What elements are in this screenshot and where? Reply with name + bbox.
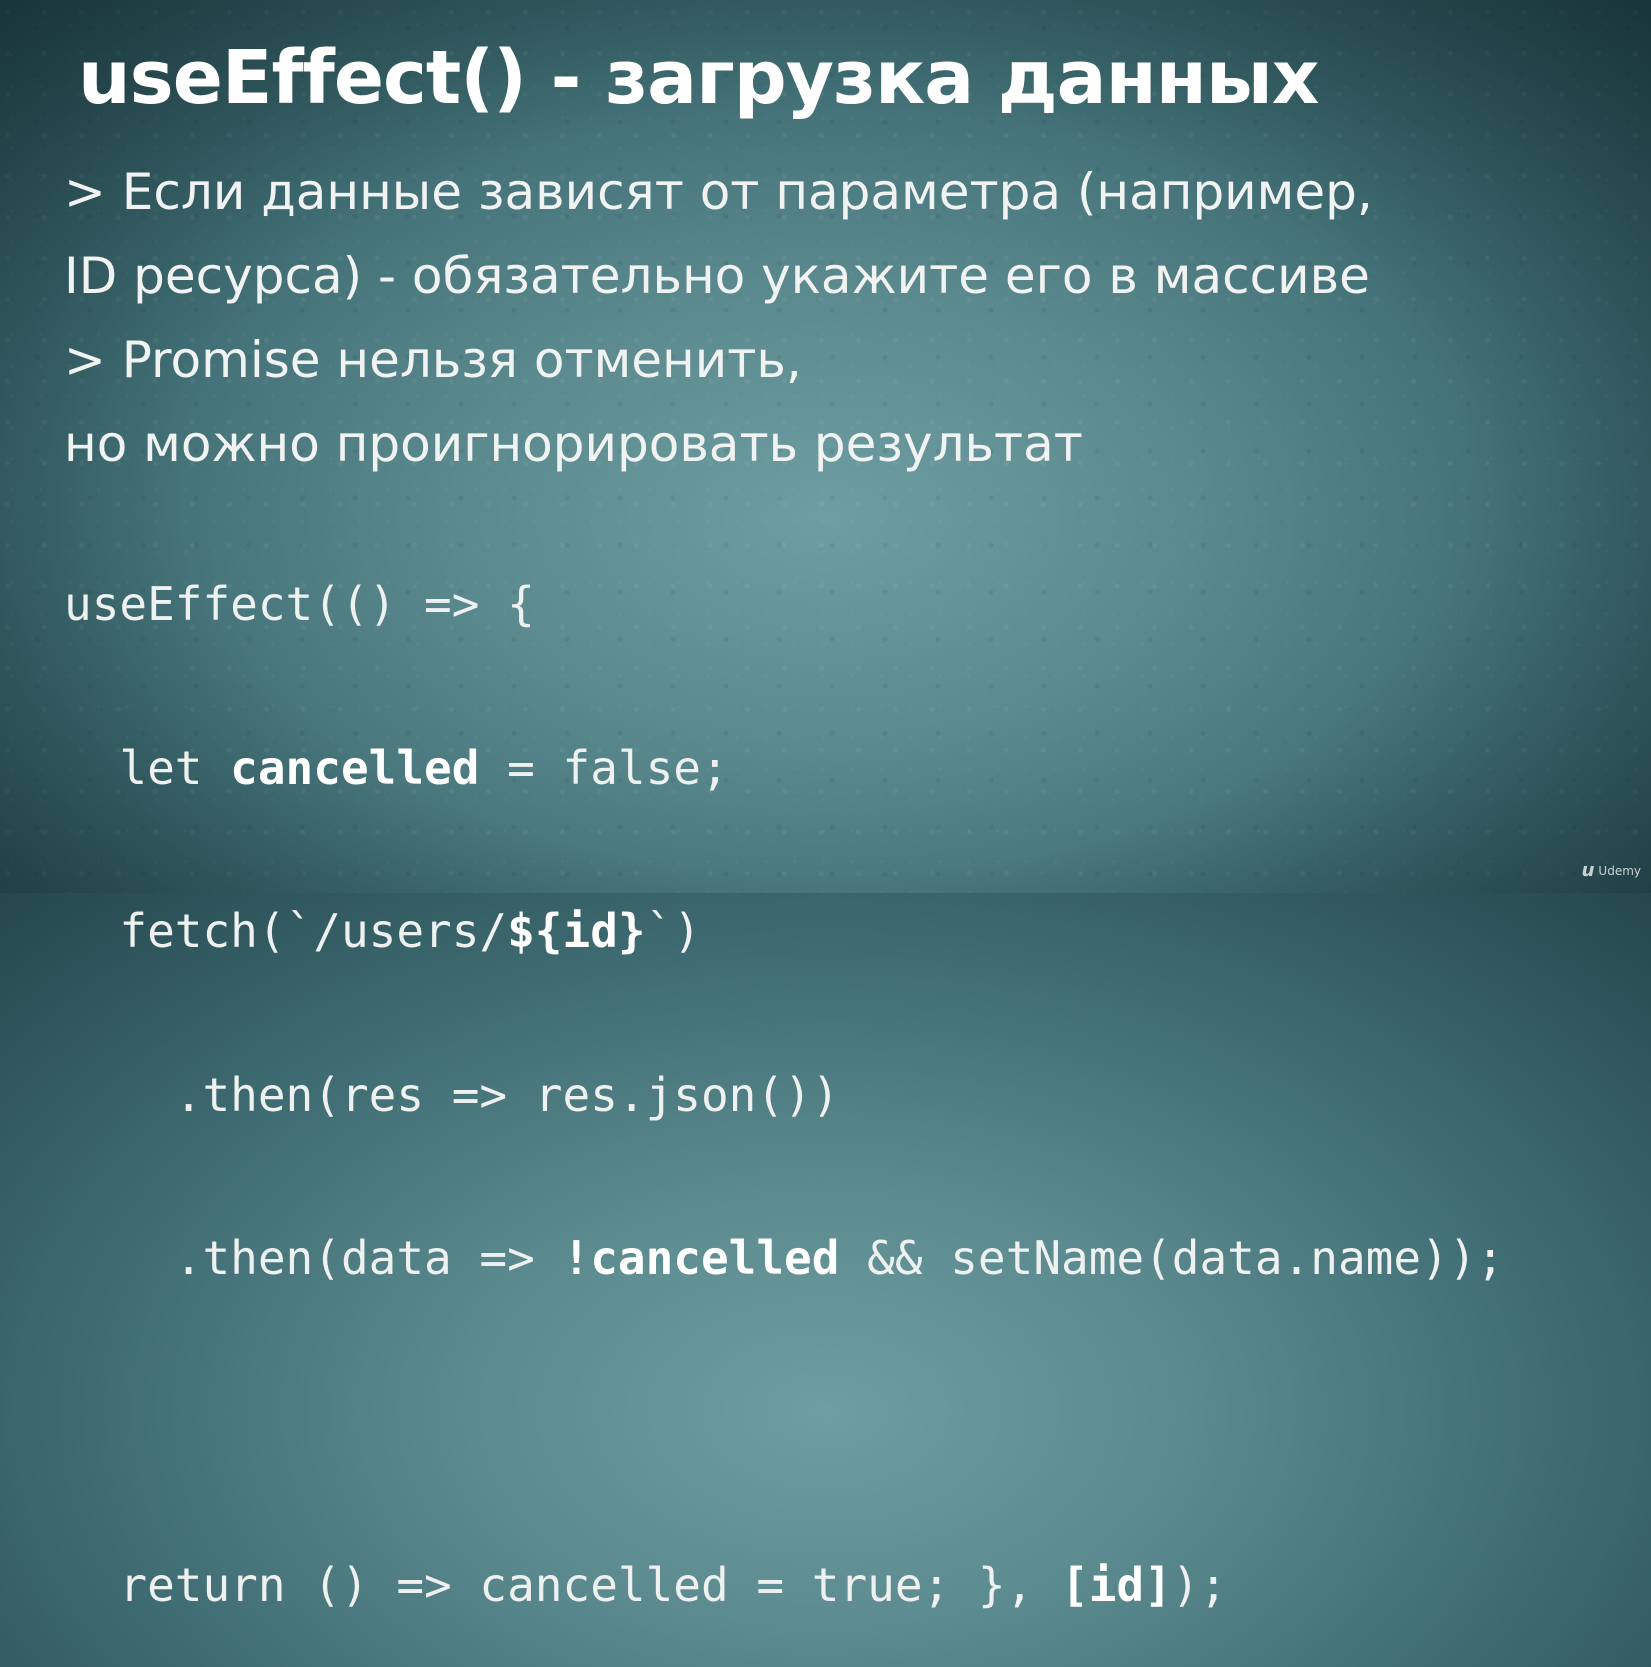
code-block: useEffect(() => { let cancelled = false;… xyxy=(64,468,1504,1667)
bullet-list: > Если данные зависят от параметра (напр… xyxy=(64,150,1373,486)
code-line-1: useEffect(() => { xyxy=(64,577,535,631)
bullet-line-2: ID ресурса) - обязательно укажите его в … xyxy=(64,247,1370,305)
code-keyword-id: ${id} xyxy=(507,904,646,958)
code-keyword-deps: [id] xyxy=(1061,1558,1172,1612)
code-line-4: .then(res => res.json()) xyxy=(64,1067,840,1122)
code-keyword-cancelled: cancelled xyxy=(230,740,480,795)
code-line-5: .then(data => !cancelled && setName(data… xyxy=(64,1231,1505,1285)
code-keyword-not-cancelled: !cancelled xyxy=(562,1231,840,1285)
bullet-line-1: > Если данные зависят от параметра (напр… xyxy=(64,163,1373,221)
udemy-watermark-text: Udemy xyxy=(1598,863,1641,878)
bullet-line-3: > Promise нельзя отменить, xyxy=(64,331,802,389)
udemy-logo-icon: u xyxy=(1581,860,1595,881)
udemy-watermark: u Udemy xyxy=(1582,860,1641,881)
code-line-7: return () => cancelled = true; }, [id]); xyxy=(64,1558,1228,1612)
code-line-2: let cancelled = false; xyxy=(64,740,729,795)
code-line-3: fetch(`/users/${id}`) xyxy=(64,904,701,958)
slide-title: useEffect() - загрузка данных xyxy=(78,35,1319,121)
